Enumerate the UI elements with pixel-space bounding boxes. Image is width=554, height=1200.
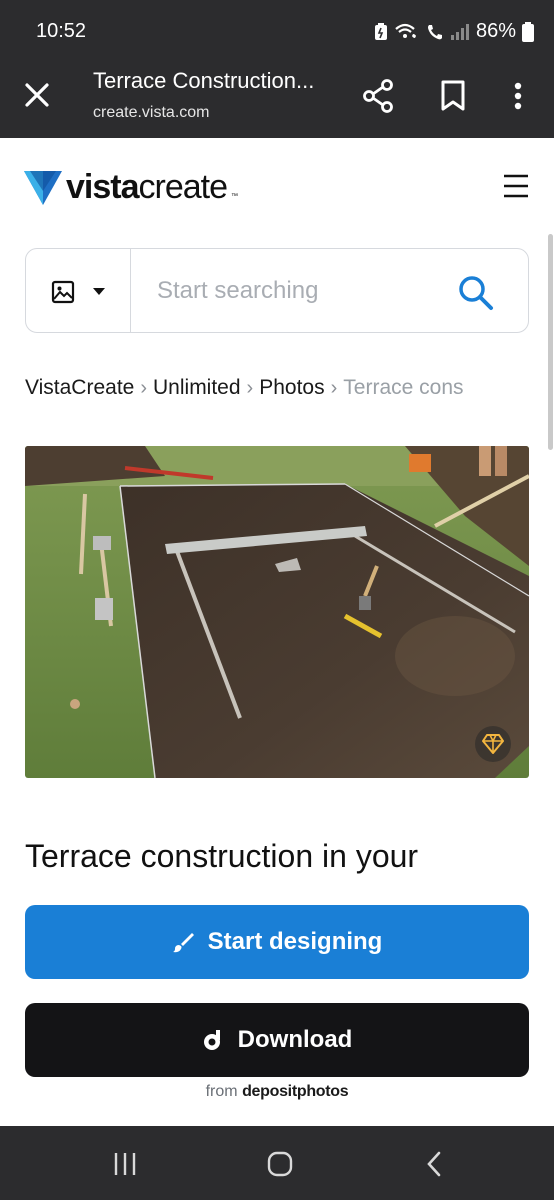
battery-saver-icon bbox=[374, 22, 387, 40]
breadcrumb-fade bbox=[495, 376, 535, 400]
chevron-right-icon: › bbox=[246, 376, 254, 399]
close-button[interactable] bbox=[20, 78, 54, 112]
breadcrumb-item-unlimited[interactable]: Unlimited bbox=[153, 376, 241, 400]
from-prefix: from bbox=[205, 1083, 238, 1100]
browser-app-bar: Terrace Construction... create.vista.com bbox=[0, 60, 554, 138]
search-icon bbox=[459, 276, 493, 310]
bookmark-button[interactable] bbox=[438, 78, 468, 114]
brush-icon bbox=[172, 933, 194, 953]
chevron-right-icon: › bbox=[330, 376, 338, 399]
page-headline: Terrace construction in your bbox=[25, 838, 419, 874]
vistacreate-logo[interactable]: vistacreate ™ bbox=[24, 168, 238, 207]
status-time: 10:52 bbox=[36, 20, 87, 42]
from-attribution: from depositphotos bbox=[0, 1083, 554, 1101]
download-icon bbox=[203, 1030, 220, 1050]
more-options-button[interactable] bbox=[506, 78, 530, 114]
chevron-right-icon: › bbox=[140, 376, 148, 399]
phone-icon bbox=[427, 24, 442, 39]
breadcrumb-current: Terrace cons bbox=[343, 376, 464, 399]
battery-icon bbox=[522, 21, 534, 42]
wifi-calling-icon bbox=[395, 23, 416, 38]
signal-icon bbox=[450, 23, 469, 40]
vistacreate-logo-icon bbox=[24, 170, 62, 205]
breadcrumb-item-photos[interactable]: Photos bbox=[259, 376, 324, 400]
recent-apps-icon bbox=[114, 1153, 136, 1175]
bookmark-icon bbox=[441, 80, 465, 111]
share-button[interactable] bbox=[360, 78, 396, 114]
search-box bbox=[25, 248, 529, 333]
premium-badge bbox=[475, 726, 511, 762]
start-designing-label: Start designing bbox=[207, 928, 383, 955]
web-content: vistacreate ™ VistaCreate bbox=[0, 138, 554, 1126]
start-designing-button[interactable]: Start designing bbox=[25, 905, 529, 979]
stock-photo[interactable] bbox=[25, 446, 529, 778]
back-icon bbox=[427, 1151, 441, 1177]
premium-diamond-icon bbox=[482, 734, 504, 754]
status-icons bbox=[374, 22, 470, 42]
share-icon bbox=[363, 79, 393, 113]
back-button[interactable] bbox=[424, 1150, 444, 1183]
scrollbar-thumb[interactable] bbox=[548, 234, 553, 450]
chevron-down-icon bbox=[93, 288, 105, 295]
status-bar: 10:52 86% bbox=[0, 0, 554, 60]
depositphotos-brand[interactable]: depositphotos bbox=[242, 1083, 349, 1100]
search-input[interactable] bbox=[132, 249, 432, 332]
menu-button[interactable] bbox=[502, 172, 530, 200]
breadcrumb-item-vistacreate[interactable]: VistaCreate bbox=[25, 376, 134, 400]
image-icon bbox=[51, 280, 75, 304]
breadcrumb: VistaCreate › Unlimited › Photos › Terra… bbox=[25, 376, 535, 400]
battery-percent: 86% bbox=[475, 20, 516, 42]
logo-trademark: ™ bbox=[231, 193, 238, 200]
status-right: 86% bbox=[374, 20, 534, 43]
page-title: Terrace Construction... bbox=[93, 68, 315, 93]
download-button[interactable]: Download bbox=[25, 1003, 529, 1077]
logo-wordmark: vistacreate bbox=[66, 168, 228, 206]
search-button[interactable] bbox=[456, 273, 496, 313]
search-type-selector[interactable] bbox=[26, 249, 131, 332]
close-icon bbox=[25, 83, 49, 107]
page-url: create.vista.com bbox=[93, 104, 210, 121]
home-icon bbox=[267, 1151, 293, 1177]
hamburger-menu-icon bbox=[504, 174, 528, 198]
photo-image bbox=[25, 446, 529, 778]
system-nav-bar bbox=[0, 1126, 554, 1200]
recent-apps-button[interactable] bbox=[112, 1150, 138, 1183]
home-button[interactable] bbox=[266, 1150, 294, 1183]
download-label: Download bbox=[237, 1026, 353, 1053]
more-vert-icon bbox=[514, 82, 522, 110]
